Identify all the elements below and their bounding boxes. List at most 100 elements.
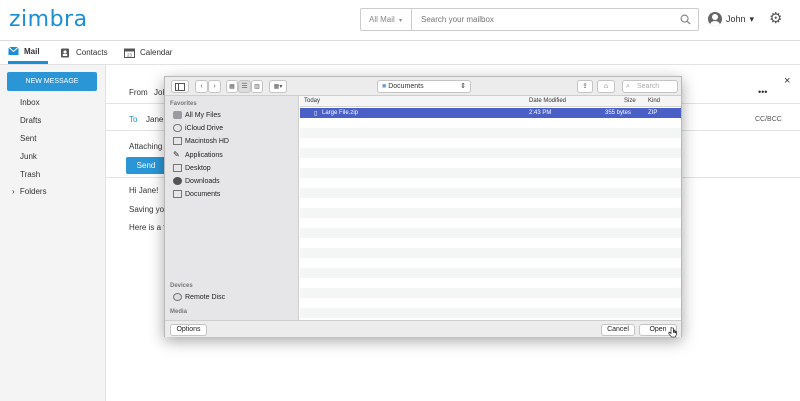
sidebar-item-label: Applications bbox=[185, 151, 223, 159]
dialog-toolbar: ‹ › ▦ ☰ ▥ ▦▾ ■ Documents ⇕ ⇪ ⌂ ⌕ Search bbox=[165, 77, 681, 96]
grid-icon: ▦ bbox=[229, 84, 235, 90]
from-value[interactable]: Jol bbox=[154, 88, 164, 97]
tab-calendar[interactable]: 23 Calendar bbox=[124, 41, 172, 64]
sidebar-item-label: Documents bbox=[185, 190, 221, 198]
file-date: 2:43 PM bbox=[529, 110, 552, 116]
back-button[interactable]: ‹ bbox=[195, 80, 208, 93]
empty-row bbox=[300, 128, 681, 138]
to-label: To bbox=[129, 115, 138, 124]
gear-icon[interactable]: ⚙ bbox=[769, 11, 782, 27]
list-view-button[interactable]: ☰ bbox=[238, 80, 251, 93]
column-view-button[interactable]: ▥ bbox=[251, 80, 263, 93]
file-size: 355 bytes bbox=[605, 110, 632, 116]
share-button[interactable]: ⇪ bbox=[577, 80, 593, 93]
body-line[interactable]: Saving you bbox=[129, 205, 169, 214]
zimbra-logo[interactable]: zimbra bbox=[9, 7, 88, 32]
folder-junk[interactable]: Junk bbox=[20, 152, 37, 161]
sidebar-item-label: Desktop bbox=[185, 164, 211, 172]
sidebar-item-all-my-files[interactable]: All My Files bbox=[173, 111, 221, 119]
dialog-search-field[interactable]: ⌕ Search bbox=[622, 80, 678, 93]
disc-icon bbox=[173, 293, 182, 301]
sidebar-item-label: All My Files bbox=[185, 111, 221, 119]
body-line[interactable]: Here is a fi bbox=[129, 223, 167, 232]
column-header-date[interactable]: Date Modified bbox=[529, 98, 566, 104]
dialog-footer: Options Cancel Open bbox=[165, 320, 681, 338]
folders-toggle[interactable]: › Folders bbox=[12, 187, 47, 196]
sidebar-item-label: Remote Disc bbox=[185, 293, 226, 301]
file-kind: ZIP bbox=[648, 110, 658, 116]
location-popup[interactable]: ■ Documents ⇕ bbox=[377, 80, 471, 93]
tab-contacts-label: Contacts bbox=[76, 48, 108, 57]
sidebar-item-remote-disc[interactable]: Remote Disc bbox=[173, 293, 225, 301]
share-icon: ⇪ bbox=[582, 83, 588, 90]
tag-button[interactable]: ⌂ bbox=[597, 80, 615, 93]
user-menu[interactable]: John ▾ bbox=[708, 10, 754, 28]
empty-row bbox=[300, 308, 681, 318]
sidebar-item-downloads[interactable]: Downloads bbox=[173, 177, 220, 185]
search-scope-label: All Mail bbox=[369, 15, 395, 24]
file-list-header: Today Date Modified Size Kind bbox=[300, 96, 681, 107]
folder-sent[interactable]: Sent bbox=[20, 134, 36, 143]
close-icon[interactable]: × bbox=[784, 75, 790, 87]
sidebar-icon bbox=[175, 83, 185, 91]
sidebar-item-desktop[interactable]: Desktop bbox=[173, 164, 211, 172]
tab-calendar-label: Calendar bbox=[140, 48, 173, 57]
empty-row bbox=[300, 188, 681, 198]
user-name: John bbox=[726, 14, 746, 24]
send-button[interactable]: Send bbox=[126, 157, 166, 174]
sidebar-item-macintosh-hd[interactable]: Macintosh HD bbox=[173, 137, 229, 145]
folder-inbox[interactable]: Inbox bbox=[20, 98, 40, 107]
file-row[interactable]: ▯ Large File.zip 2:43 PM 355 bytes ZIP bbox=[300, 108, 681, 118]
dialog-search-placeholder: Search bbox=[637, 83, 660, 90]
new-message-button[interactable]: NEW MESSAGE bbox=[7, 72, 97, 91]
column-header-kind[interactable]: Kind bbox=[648, 98, 660, 104]
tab-mail[interactable]: Mail bbox=[8, 41, 48, 64]
search-scope-select[interactable]: All Mail ▾ bbox=[361, 9, 412, 30]
mail-icon bbox=[8, 46, 19, 55]
icon-view-button[interactable]: ▦ bbox=[226, 80, 238, 93]
sidebar-item-applications[interactable]: ✎ Applications bbox=[173, 151, 223, 159]
all-files-icon bbox=[173, 111, 182, 119]
desktop-icon bbox=[173, 164, 182, 172]
column-header-name[interactable]: Today bbox=[304, 98, 320, 104]
folder-drafts[interactable]: Drafts bbox=[20, 116, 41, 125]
search-input[interactable] bbox=[421, 9, 671, 30]
favorites-heading: Favorites bbox=[170, 101, 197, 107]
tab-contacts[interactable]: Contacts bbox=[60, 41, 108, 64]
chevron-updown-icon: ⇕ bbox=[460, 83, 466, 90]
empty-row bbox=[300, 228, 681, 238]
dialog-sidebar: Favorites All My Files iCloud Drive Maci… bbox=[165, 96, 299, 320]
columns-icon: ▥ bbox=[254, 84, 260, 90]
documents-icon bbox=[173, 190, 182, 198]
column-header-size[interactable]: Size bbox=[624, 98, 636, 104]
location-label: Documents bbox=[388, 83, 424, 90]
folder-trash[interactable]: Trash bbox=[20, 170, 40, 179]
file-list: Today Date Modified Size Kind ▯ Large Fi… bbox=[300, 96, 681, 320]
from-label: From bbox=[129, 88, 148, 97]
downloads-icon bbox=[173, 177, 182, 185]
file-name: Large File.zip bbox=[322, 110, 359, 116]
sidebar-item-icloud-drive[interactable]: iCloud Drive bbox=[173, 124, 223, 132]
list-icon: ☰ bbox=[241, 83, 248, 90]
search-icon: ⌕ bbox=[626, 83, 630, 90]
body-line[interactable]: Hi Jane! bbox=[129, 186, 158, 195]
svg-text:23: 23 bbox=[127, 52, 133, 57]
sidebar-toggle-button[interactable] bbox=[171, 80, 189, 93]
disk-icon bbox=[173, 137, 182, 145]
chevron-left-icon: ‹ bbox=[200, 83, 203, 90]
arrange-button[interactable]: ▦▾ bbox=[269, 80, 287, 93]
forward-button[interactable]: › bbox=[208, 80, 221, 93]
sidebar-item-documents[interactable]: Documents bbox=[173, 190, 220, 198]
chevron-right-icon: › bbox=[213, 83, 216, 90]
applications-icon: ✎ bbox=[173, 150, 180, 159]
cancel-button[interactable]: Cancel bbox=[601, 324, 635, 336]
cc-bcc-link[interactable]: CC/BCC bbox=[755, 116, 782, 123]
pointer-cursor-icon bbox=[668, 327, 677, 338]
to-recipient[interactable]: Jane bbox=[146, 115, 163, 124]
options-button[interactable]: Options bbox=[170, 324, 207, 336]
chevron-down-icon: ▾ bbox=[399, 18, 403, 24]
search-icon[interactable] bbox=[680, 14, 691, 25]
sidebar-item-label: Macintosh HD bbox=[185, 137, 229, 145]
folders-label: Folders bbox=[19, 187, 47, 196]
more-options-icon[interactable]: ••• bbox=[758, 87, 767, 97]
